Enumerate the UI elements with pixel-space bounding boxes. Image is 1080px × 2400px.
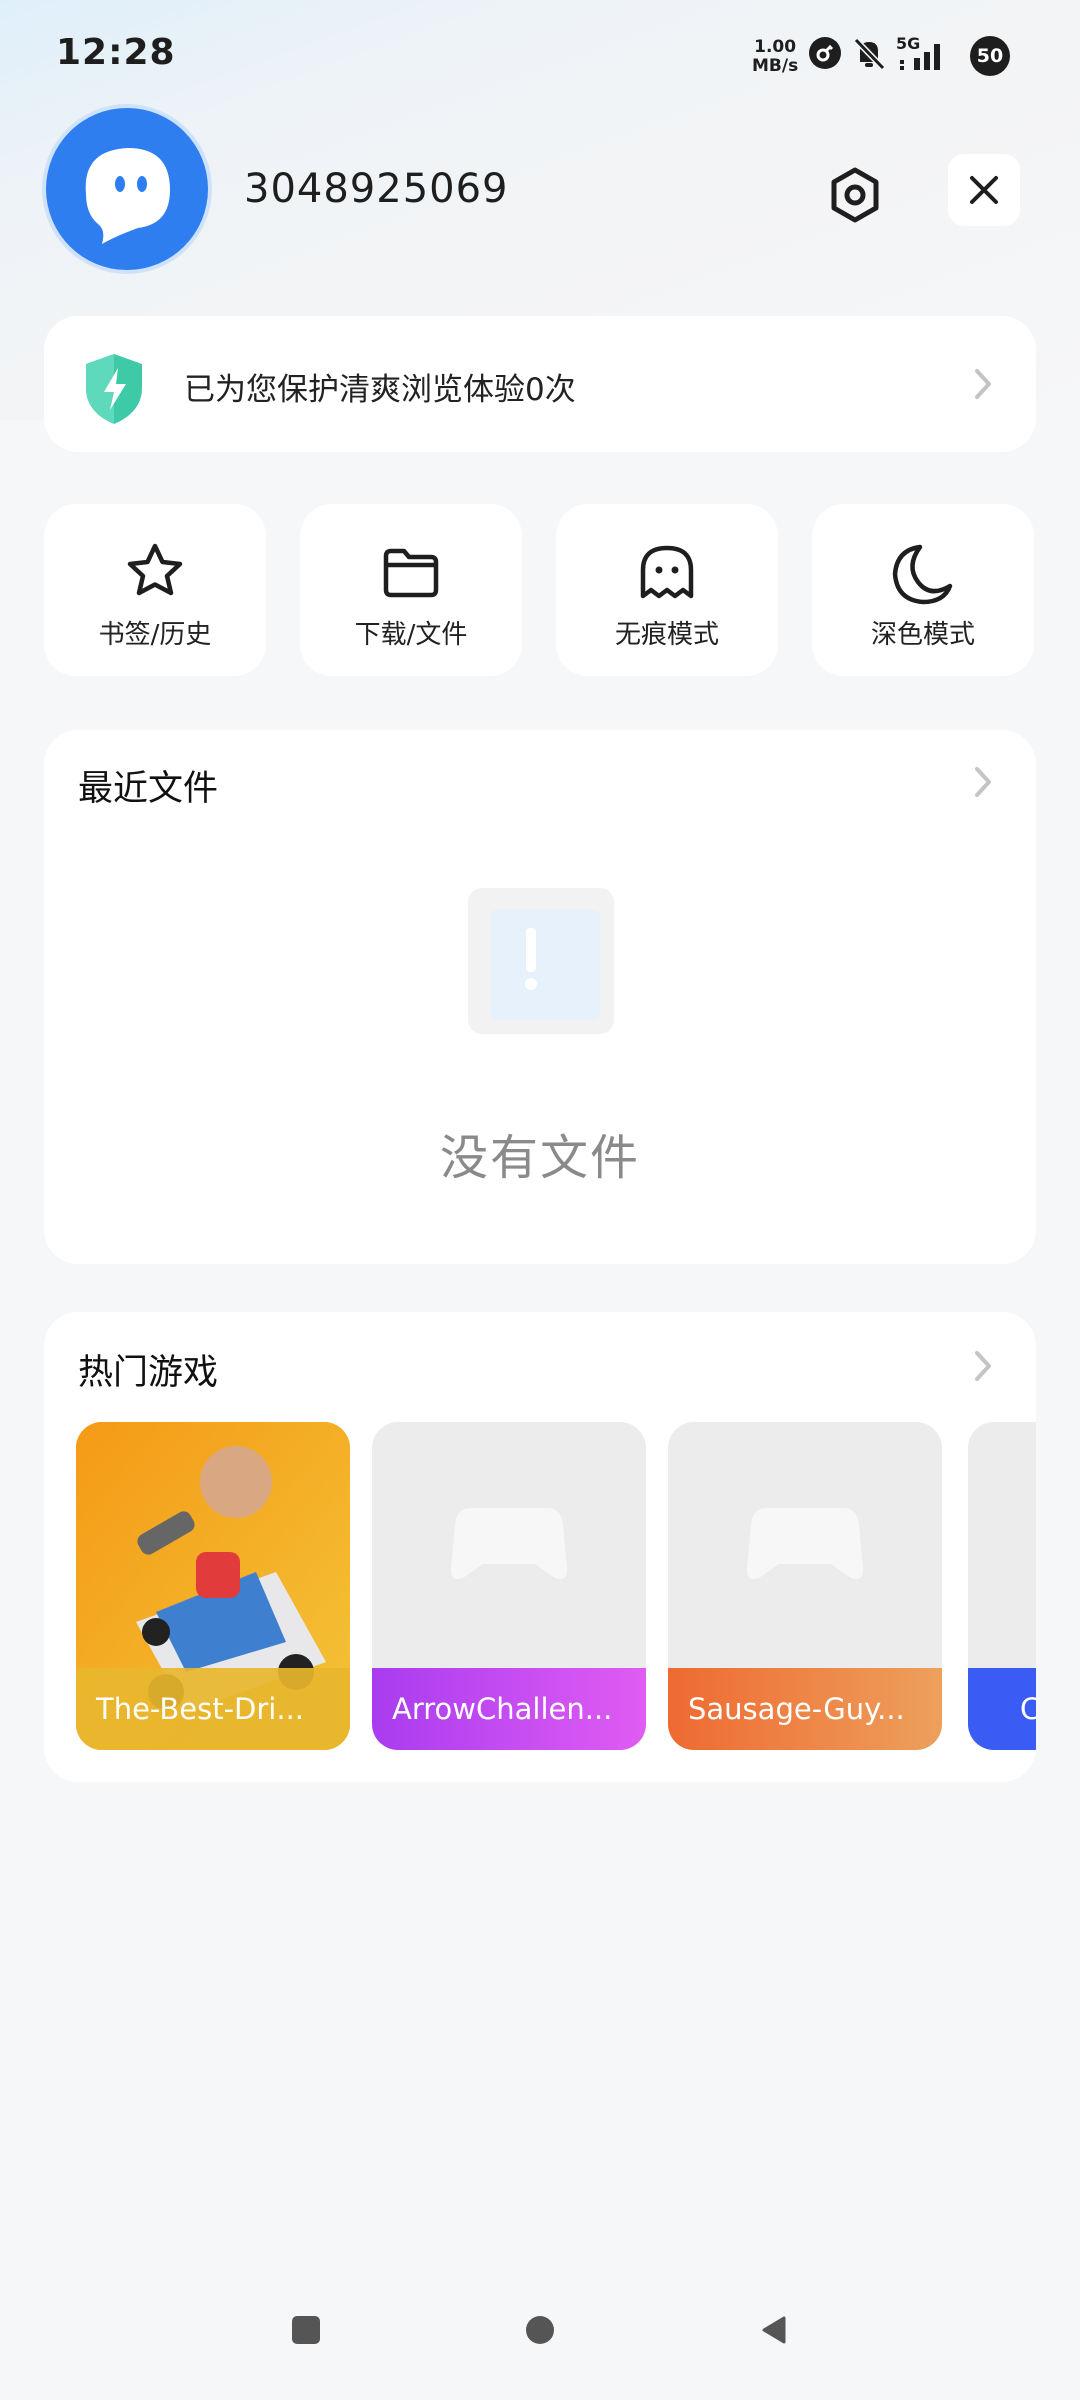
mascot-icon <box>85 148 170 244</box>
recent-files-title[interactable]: 最近文件 <box>78 760 218 811</box>
game-name: Sausage-Guy... <box>668 1668 942 1750</box>
chevron-right-icon[interactable] <box>972 764 994 800</box>
feature-label: 书签/历史 <box>98 620 212 650</box>
close-icon <box>970 176 998 204</box>
back-nav-button[interactable] <box>758 2314 790 2346</box>
dark-mode-button[interactable]: 深色模式 <box>812 504 1034 676</box>
incognito-mode-button[interactable]: 无痕模式 <box>556 504 778 676</box>
star-icon <box>127 543 183 596</box>
close-button[interactable] <box>948 154 1020 226</box>
vpn-key-icon <box>809 37 841 69</box>
network-speed-value: 1.00 <box>754 37 797 57</box>
network-speed: 1.00 MB/s <box>752 38 798 76</box>
empty-file-icon <box>468 888 614 1034</box>
feature-label: 无痕模式 <box>614 620 719 650</box>
recents-nav-button[interactable] <box>290 2314 322 2346</box>
settings-button[interactable] <box>820 160 890 230</box>
moon-icon <box>892 544 953 605</box>
status-bar: 12:28 1.00 MB/s 5G 50 <box>0 0 1080 110</box>
game-name: The-Best-Dri... <box>76 1668 350 1750</box>
chevron-right-icon[interactable] <box>972 1348 994 1384</box>
network-speed-unit: MB/s <box>752 56 799 76</box>
ghost-icon <box>640 545 694 599</box>
username[interactable]: 3048925069 <box>244 166 509 212</box>
game-tile[interactable]: C <box>968 1422 1036 1750</box>
empty-files-text: 没有文件 <box>439 1130 640 1186</box>
protection-card[interactable]: 已为您保护清爽浏览体验0次 <box>44 316 1036 452</box>
folder-icon <box>383 548 439 598</box>
mute-bell-icon <box>853 37 886 71</box>
chevron-right-icon <box>975 369 991 399</box>
hot-games-title[interactable]: 热门游戏 <box>78 1344 218 1395</box>
game-name: C <box>968 1668 1036 1750</box>
protection-text: 已为您保护清爽浏览体验0次 <box>184 372 576 408</box>
gamepad-placeholder-icon <box>451 1508 567 1579</box>
settings-hexagon-icon <box>831 167 879 223</box>
status-time: 12:28 <box>56 32 176 73</box>
avatar[interactable] <box>46 108 208 270</box>
hot-games-card: 热门游戏 The-Best-Dri... ArrowChallen... Sau… <box>44 1312 1036 1782</box>
downloads-files-button[interactable]: 下载/文件 <box>300 504 522 676</box>
battery-level: 50 <box>970 36 1010 76</box>
game-tile[interactable]: The-Best-Dri... <box>76 1422 350 1750</box>
shield-bolt-icon <box>86 354 142 424</box>
gamepad-placeholder-icon <box>747 1508 863 1579</box>
game-tile[interactable]: ArrowChallen... <box>372 1422 646 1750</box>
game-tile[interactable]: Sausage-Guy... <box>668 1422 942 1750</box>
feature-label: 下载/文件 <box>354 620 468 650</box>
home-nav-button[interactable] <box>524 2314 556 2346</box>
signal-icon <box>900 44 940 70</box>
recent-files-card: 最近文件 没有文件 <box>44 730 1036 1264</box>
game-name: ArrowChallen... <box>372 1668 646 1750</box>
feature-label: 深色模式 <box>870 620 975 650</box>
bookmarks-history-button[interactable]: 书签/历史 <box>44 504 266 676</box>
